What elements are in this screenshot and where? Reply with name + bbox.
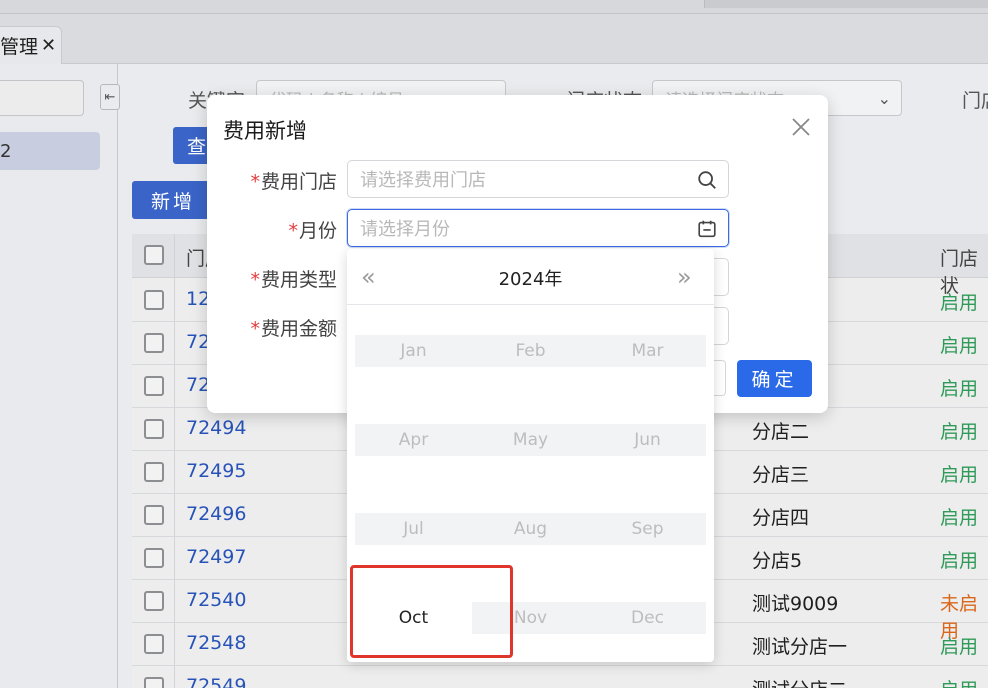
- row-checkbox[interactable]: [144, 505, 164, 525]
- month-row: Apr May Jun: [355, 424, 706, 456]
- store-status: 启用: [940, 636, 979, 658]
- highlight-box: [350, 565, 513, 658]
- expense-amount-input[interactable]: [712, 307, 729, 345]
- store-code-link[interactable]: 72540: [186, 589, 246, 611]
- month-cell-aug[interactable]: Aug: [472, 513, 589, 545]
- search-icon[interactable]: [696, 169, 718, 191]
- store-name: 分店二: [752, 421, 810, 443]
- month-row: Jul Aug Sep: [355, 513, 706, 545]
- row-checkbox[interactable]: [144, 376, 164, 396]
- amount-field-label: *费用金额: [250, 318, 337, 340]
- store-status: 启用: [940, 464, 979, 486]
- store-status: 启用: [940, 675, 978, 688]
- store-name: 测试分店二: [752, 675, 847, 688]
- row-checkbox[interactable]: [144, 333, 164, 353]
- next-year-icon[interactable]: »: [677, 263, 692, 291]
- tab-label: 管理: [0, 36, 39, 58]
- picker-year[interactable]: 2024年: [347, 265, 714, 291]
- store-filter-label: 门店: [962, 90, 988, 112]
- select-all-checkbox[interactable]: [144, 245, 164, 265]
- type-field-label: *费用类型: [250, 269, 337, 291]
- store-code-link[interactable]: 72496: [186, 503, 246, 525]
- expense-store-input[interactable]: 请选择费用门店: [347, 160, 729, 198]
- tab-store-management[interactable]: 管理 ✕: [0, 26, 62, 64]
- row-checkbox[interactable]: [144, 677, 164, 688]
- table-row[interactable]: 72549 测试分店二 启用: [132, 666, 988, 688]
- store-status: 启用: [940, 550, 979, 572]
- cancel-button[interactable]: [714, 360, 726, 396]
- store-code-link[interactable]: 72548: [186, 632, 246, 654]
- month-placeholder: 请选择月份: [360, 219, 450, 240]
- month-field-label: *月份: [288, 220, 337, 242]
- row-checkbox[interactable]: [144, 634, 164, 654]
- month-cell-dec[interactable]: Dec: [589, 602, 706, 634]
- store-status: 启用: [940, 335, 979, 357]
- store-name: 测试9009: [752, 593, 839, 615]
- store-status: 启用: [940, 507, 979, 529]
- close-icon[interactable]: [789, 115, 813, 139]
- row-checkbox[interactable]: [144, 462, 164, 482]
- store-name: 测试分店一: [752, 636, 848, 658]
- month-cell-mar[interactable]: Mar: [589, 335, 706, 367]
- confirm-button[interactable]: 确定: [737, 360, 812, 397]
- month-cell-may[interactable]: May: [472, 424, 589, 456]
- tab-close-icon[interactable]: ✕: [41, 35, 56, 56]
- store-code-link[interactable]: 72497: [186, 546, 246, 568]
- store-field-label: *费用门店: [250, 171, 337, 193]
- month-cell-feb[interactable]: Feb: [472, 335, 589, 367]
- tree-search-input[interactable]: [0, 80, 84, 116]
- month-cell-sep[interactable]: Sep: [589, 513, 706, 545]
- chevron-down-icon: ⌄: [877, 89, 891, 108]
- store-code-link[interactable]: 72549: [186, 675, 246, 688]
- top-bar-box: [704, 0, 988, 8]
- month-input[interactable]: 请选择月份: [347, 209, 729, 247]
- store-status: 启用: [940, 378, 979, 400]
- expense-type-select[interactable]: [712, 258, 729, 296]
- store-name: 分店四: [752, 507, 810, 529]
- month-cell-apr[interactable]: Apr: [355, 424, 472, 456]
- dialog-title: 费用新增: [223, 119, 307, 143]
- row-checkbox[interactable]: [144, 591, 164, 611]
- left-panel: 2: [0, 64, 118, 688]
- month-cell-jun[interactable]: Jun: [589, 424, 706, 456]
- row-checkbox[interactable]: [144, 419, 164, 439]
- row-checkbox[interactable]: [144, 290, 164, 310]
- month-picker-header: « 2024年 »: [347, 249, 714, 305]
- store-name: 分店三: [752, 464, 810, 486]
- tab-strip: 管理 ✕: [0, 14, 988, 64]
- month-cell-jul[interactable]: Jul: [355, 513, 472, 545]
- add-button[interactable]: 新增: [132, 181, 214, 219]
- month-row: Jan Feb Mar: [355, 335, 706, 367]
- calendar-icon[interactable]: [696, 218, 718, 240]
- tree-item-selected[interactable]: 2: [0, 132, 100, 170]
- month-cell-jan[interactable]: Jan: [355, 335, 472, 367]
- store-status: 启用: [940, 421, 979, 443]
- top-bar: [0, 0, 988, 14]
- store-code-link[interactable]: 72494: [186, 417, 246, 439]
- store-code-link[interactable]: 72495: [186, 460, 246, 482]
- store-name: 分店5: [752, 550, 803, 572]
- collapse-left-icon[interactable]: ⇤: [100, 84, 120, 110]
- row-checkbox[interactable]: [144, 548, 164, 568]
- store-status: 启用: [940, 292, 979, 314]
- store-placeholder: 请选择费用门店: [360, 170, 486, 191]
